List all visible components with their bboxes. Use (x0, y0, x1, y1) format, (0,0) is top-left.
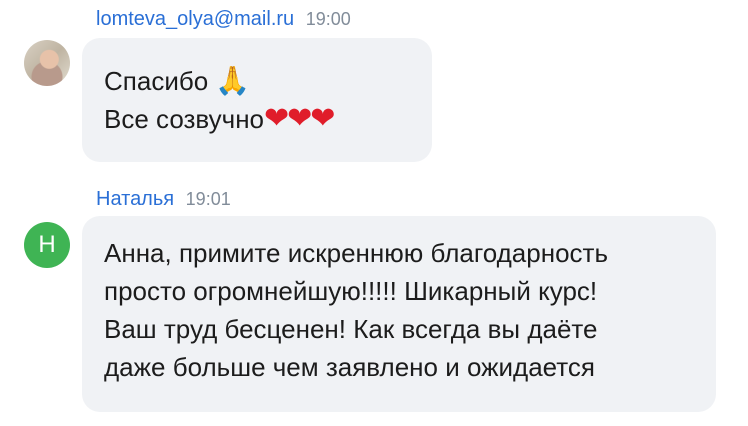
sender-name[interactable]: Наталья (96, 188, 174, 210)
praying-hands-icon: 🙏 (215, 64, 251, 97)
message-line: Ваш труд бесценен! Как всегда вы даёте (104, 314, 598, 344)
avatar[interactable] (24, 40, 70, 86)
red-hearts-icon: ❤❤❤ (264, 101, 335, 136)
avatar[interactable]: Н (24, 222, 70, 268)
message-line: просто огромнейшую!!!!! Шикарный курс! (104, 276, 598, 306)
message-text: Спасибо (104, 66, 216, 96)
message-header: Наталья 19:01 (96, 186, 231, 212)
message-text: Все созвучно (104, 104, 265, 134)
message-line: Спасибо 🙏 (104, 62, 410, 100)
message-time: 19:01 (185, 189, 231, 209)
message-line: даже больше чем заявлено и ожидается (104, 352, 595, 382)
avatar-initial: Н (38, 231, 56, 258)
message-line: Все созвучно❤❤❤ (104, 100, 410, 138)
message-bubble: Анна, примите искреннюю благодарность пр… (82, 216, 716, 412)
message-bubble: Спасибо 🙏 Все созвучно❤❤❤ (82, 38, 432, 162)
message-time: 19:00 (305, 9, 351, 29)
sender-name[interactable]: lomteva_olya@mail.ru (96, 8, 294, 30)
message-line: Анна, примите искреннюю благодарность (104, 238, 609, 268)
message-header: lomteva_olya@mail.ru 19:00 (96, 6, 351, 32)
